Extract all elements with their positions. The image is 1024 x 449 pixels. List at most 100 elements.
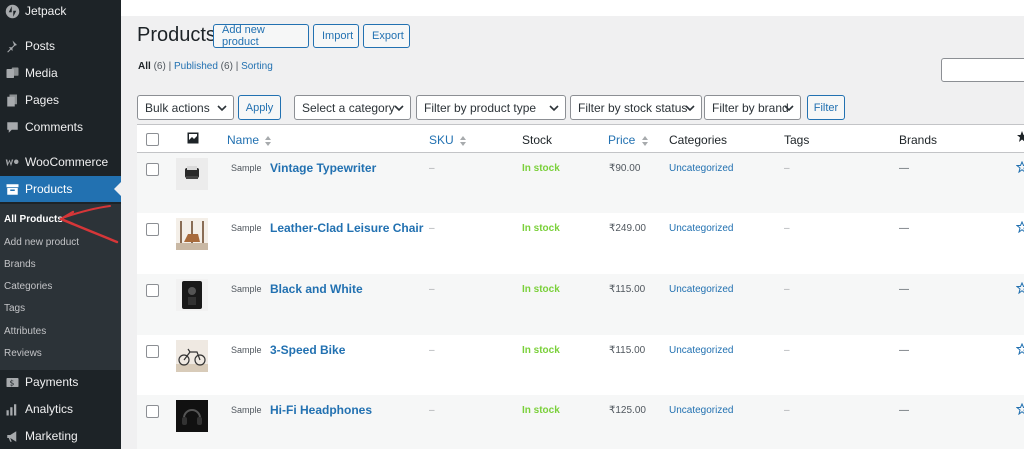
product-thumbnail-chair[interactable] (176, 218, 208, 250)
price-cell: ₹90.00 (609, 163, 641, 174)
media-icon (3, 64, 21, 82)
category-link[interactable]: Uncategorized (669, 284, 733, 295)
import-button[interactable]: Import (313, 24, 359, 48)
search-input[interactable] (941, 58, 1024, 82)
brands-cell: — (899, 284, 909, 295)
category-link[interactable]: Uncategorized (669, 405, 733, 416)
view-all-count: (6) (153, 61, 166, 72)
column-sku[interactable]: SKU (429, 133, 467, 147)
select-value: Select a category (302, 100, 395, 115)
product-thumbnail-black-and-white[interactable] (176, 279, 208, 311)
submenu-categories[interactable]: Categories (4, 281, 52, 292)
featured-star-icon[interactable] (1016, 221, 1024, 233)
payments-icon: $ (3, 373, 21, 391)
column-brands: Brands (899, 133, 938, 147)
product-name-link[interactable]: Leather-Clad Leisure Chair (270, 221, 423, 235)
column-price[interactable]: Price (608, 133, 648, 147)
brand-select[interactable]: Filter by brand (704, 95, 801, 120)
view-filters: All (6) | Published (6) | Sorting (138, 61, 273, 72)
product-name-link[interactable]: Vintage Typewriter (270, 161, 376, 175)
sort-icon (641, 135, 648, 146)
product-thumbnail-typewriter[interactable] (176, 158, 208, 190)
pin-icon (3, 37, 21, 55)
sample-badge: Sample (231, 284, 262, 294)
table-row: Sample Vintage Typewriter – In stock ₹90… (137, 153, 1024, 214)
price-cell: ₹249.00 (609, 223, 646, 234)
image-column-icon (187, 132, 199, 147)
product-name-link[interactable]: Black and White (270, 282, 363, 296)
menu-comments[interactable]: Comments (0, 114, 121, 140)
sku-cell: – (429, 405, 435, 416)
product-type-select[interactable]: Filter by product type (416, 95, 566, 120)
sort-icon (460, 135, 467, 146)
price-cell: ₹115.00 (609, 345, 646, 356)
sku-cell: – (429, 223, 435, 234)
export-button[interactable]: Export (363, 24, 410, 48)
menu-pages[interactable]: Pages (0, 87, 121, 113)
menu-marketing[interactable]: Marketing (0, 423, 121, 449)
stock-status-select[interactable]: Filter by stock status (570, 95, 702, 120)
menu-label: Jetpack (25, 4, 67, 18)
analytics-icon (3, 400, 21, 418)
menu-label: Marketing (25, 429, 78, 443)
featured-star-icon[interactable] (1016, 403, 1024, 415)
menu-payments[interactable]: $ Payments (0, 369, 121, 395)
column-sku-label: SKU (429, 133, 454, 147)
menu-label: Products (25, 182, 73, 196)
category-link[interactable]: Uncategorized (669, 163, 733, 174)
product-thumbnail-headphones[interactable] (176, 400, 208, 432)
row-checkbox[interactable] (146, 405, 159, 418)
submenu-attributes[interactable]: Attributes (4, 326, 46, 337)
separator: | (168, 61, 172, 72)
product-thumbnail-bike[interactable] (176, 340, 208, 372)
menu-posts[interactable]: Posts (0, 33, 121, 59)
filter-button[interactable]: Filter (807, 95, 845, 120)
stock-status: In stock (522, 345, 560, 356)
featured-column-star-icon[interactable] (1017, 131, 1024, 146)
view-published[interactable]: Published (174, 61, 218, 72)
menu-jetpack[interactable]: Jetpack (0, 0, 121, 24)
brands-cell: — (899, 405, 909, 416)
category-link[interactable]: Uncategorized (669, 223, 733, 234)
view-sorting[interactable]: Sorting (241, 61, 273, 72)
sku-cell: – (429, 345, 435, 356)
chevron-down-icon (217, 105, 227, 112)
stock-status: In stock (522, 284, 560, 295)
sample-badge: Sample (231, 223, 262, 233)
separator: | (235, 61, 239, 72)
product-name-link[interactable]: Hi-Fi Headphones (270, 403, 372, 417)
tags-cell: – (784, 223, 790, 234)
column-name[interactable]: Name (227, 133, 272, 147)
apply-button[interactable]: Apply (238, 95, 281, 120)
featured-star-icon[interactable] (1016, 161, 1024, 173)
sku-cell: – (429, 163, 435, 174)
row-checkbox[interactable] (146, 284, 159, 297)
tags-cell: – (784, 345, 790, 356)
svg-text:$: $ (9, 378, 14, 387)
table-row: Sample Hi-Fi Headphones – In stock ₹125.… (137, 395, 1024, 449)
category-link[interactable]: Uncategorized (669, 345, 733, 356)
column-stock: Stock (522, 133, 553, 147)
add-new-product-button[interactable]: Add new product (213, 24, 309, 48)
featured-star-icon[interactable] (1016, 282, 1024, 294)
row-checkbox[interactable] (146, 345, 159, 358)
menu-products[interactable]: Products (0, 176, 121, 202)
page-title: Products (137, 24, 216, 46)
view-all[interactable]: All (138, 61, 151, 72)
product-name-link[interactable]: 3-Speed Bike (270, 343, 345, 357)
table-row: Sample 3-Speed Bike – In stock ₹115.00 U… (137, 335, 1024, 396)
bulk-actions-select[interactable]: Bulk actions (137, 95, 234, 120)
row-checkbox[interactable] (146, 163, 159, 176)
featured-star-icon[interactable] (1016, 343, 1024, 355)
select-all-checkbox[interactable] (146, 133, 159, 146)
submenu-tags[interactable]: Tags (4, 303, 25, 314)
view-published-count: (6) (220, 61, 233, 72)
category-select[interactable]: Select a category (294, 95, 411, 120)
menu-analytics[interactable]: Analytics (0, 396, 121, 422)
submenu-reviews[interactable]: Reviews (4, 348, 42, 359)
submenu-brands[interactable]: Brands (4, 259, 36, 270)
table-header: Name SKU Stock Price Categories Tags Bra… (137, 124, 1024, 153)
row-checkbox[interactable] (146, 223, 159, 236)
menu-woocommerce[interactable]: WooCommerce (0, 149, 121, 175)
menu-media[interactable]: Media (0, 60, 121, 86)
